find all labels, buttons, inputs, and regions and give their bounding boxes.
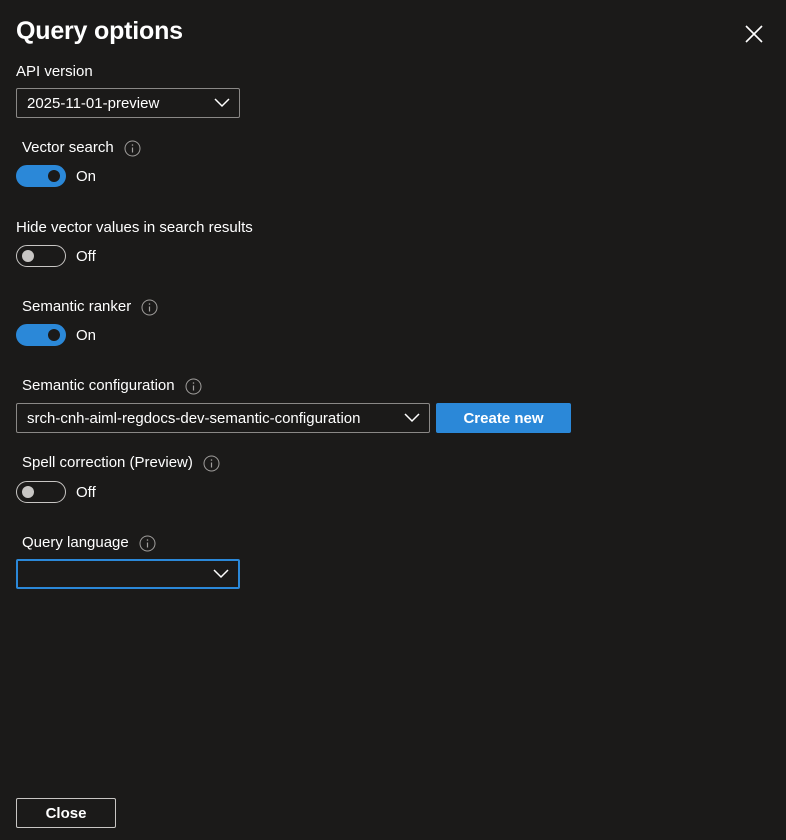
info-icon[interactable] bbox=[185, 378, 202, 395]
query-options-panel: Query options API version 2025-11-01-pre… bbox=[0, 0, 786, 840]
semantic-configuration-value: srch-cnh-aiml-regdocs-dev-semantic-confi… bbox=[27, 409, 361, 427]
toggle-knob bbox=[48, 329, 60, 341]
toggle-knob bbox=[22, 250, 34, 262]
vector-search-toggle[interactable] bbox=[16, 165, 66, 187]
semantic-ranker-label: Semantic ranker bbox=[22, 298, 158, 316]
spell-correction-toggle-row: Off bbox=[16, 481, 96, 503]
vector-search-toggle-row: On bbox=[16, 165, 96, 187]
vector-search-label: Vector search bbox=[22, 139, 141, 157]
api-version-value: 2025-11-01-preview bbox=[27, 94, 160, 112]
hide-vector-values-label: Hide vector values in search results bbox=[16, 219, 253, 236]
toggle-knob bbox=[48, 170, 60, 182]
api-version-label: API version bbox=[16, 63, 93, 80]
close-icon[interactable] bbox=[740, 20, 768, 48]
panel-title: Query options bbox=[16, 17, 183, 45]
close-button[interactable]: Close bbox=[16, 798, 116, 828]
info-icon[interactable] bbox=[124, 140, 141, 157]
semantic-ranker-toggle[interactable] bbox=[16, 324, 66, 346]
semantic-ranker-state: On bbox=[76, 326, 97, 344]
spell-correction-state: Off bbox=[76, 483, 96, 501]
create-new-button[interactable]: Create new bbox=[436, 403, 571, 433]
semantic-configuration-dropdown[interactable]: srch-cnh-aiml-regdocs-dev-semantic-confi… bbox=[16, 403, 430, 433]
hide-vector-values-toggle[interactable] bbox=[16, 245, 66, 267]
chevron-down-icon bbox=[212, 568, 230, 580]
info-icon[interactable] bbox=[139, 535, 156, 552]
spell-correction-label: Spell correction (Preview) bbox=[22, 454, 220, 472]
api-version-dropdown[interactable]: 2025-11-01-preview bbox=[16, 88, 240, 118]
hide-vector-values-toggle-row: Off bbox=[16, 245, 96, 267]
query-language-dropdown[interactable] bbox=[16, 559, 240, 589]
spell-correction-toggle[interactable] bbox=[16, 481, 66, 503]
info-icon[interactable] bbox=[141, 299, 158, 316]
chevron-down-icon bbox=[403, 412, 421, 424]
hide-vector-values-state: Off bbox=[76, 247, 96, 265]
query-language-label: Query language bbox=[22, 534, 156, 552]
toggle-knob bbox=[22, 486, 34, 498]
info-icon[interactable] bbox=[203, 455, 220, 472]
vector-search-state: On bbox=[76, 167, 97, 185]
semantic-configuration-label: Semantic configuration bbox=[22, 377, 202, 395]
semantic-ranker-toggle-row: On bbox=[16, 324, 96, 346]
chevron-down-icon bbox=[213, 97, 231, 109]
